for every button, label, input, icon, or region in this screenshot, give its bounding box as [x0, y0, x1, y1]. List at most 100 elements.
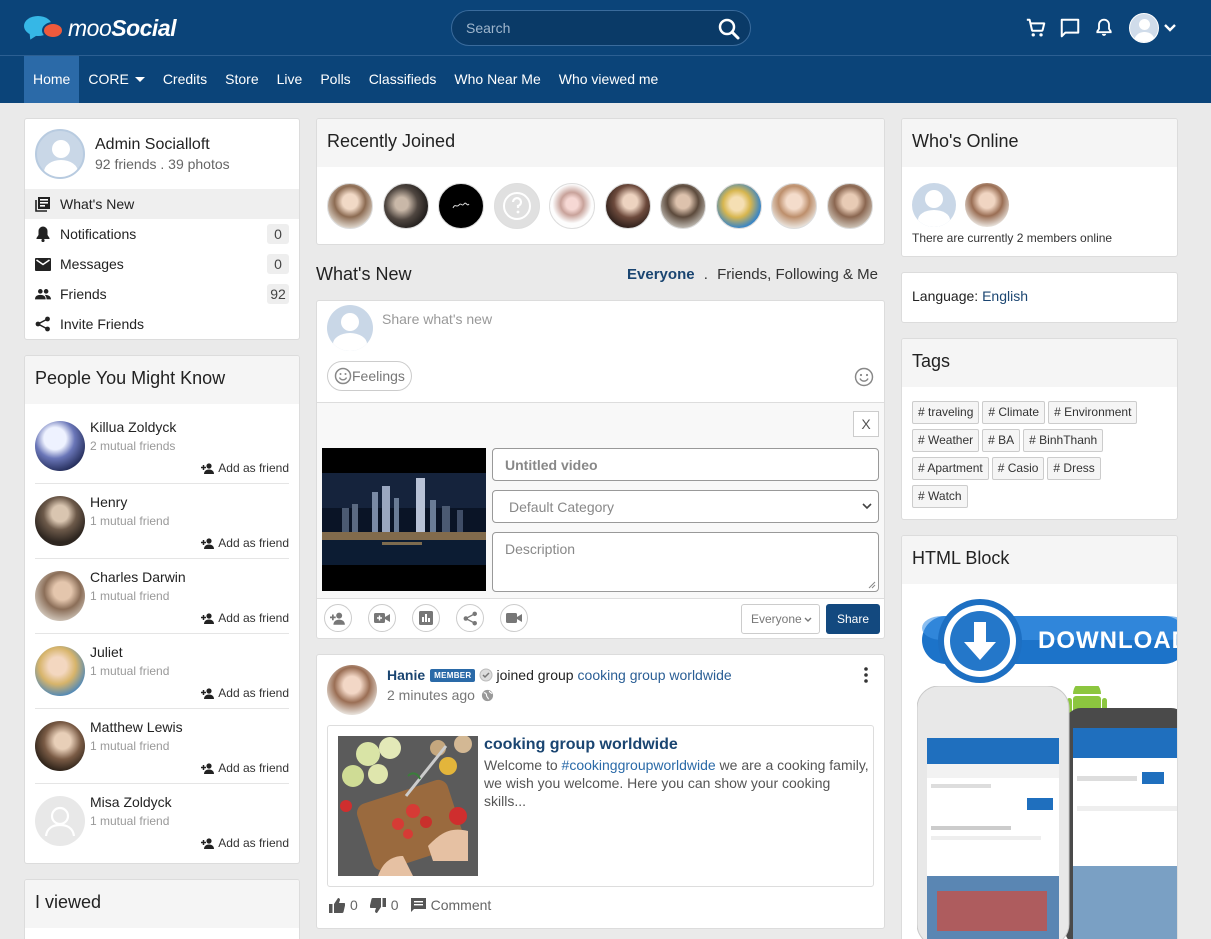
dislike-button[interactable]: 0 — [369, 897, 399, 913]
nav-who-near-me[interactable]: Who Near Me — [445, 56, 549, 103]
add-friend-button[interactable]: Add as friend — [201, 536, 289, 550]
tag-item[interactable]: # Climate — [982, 401, 1046, 424]
member-avatar[interactable] — [438, 183, 484, 229]
tag-item[interactable]: # Dress — [1047, 457, 1101, 480]
tag-item[interactable]: # traveling — [912, 401, 980, 424]
pymk-name[interactable]: Charles Darwin — [90, 569, 186, 585]
profile-name[interactable]: Admin Socialloft — [95, 136, 230, 154]
pymk-name[interactable]: Misa Zoldyck — [90, 794, 172, 810]
search-input[interactable] — [466, 11, 706, 45]
share-link-button[interactable] — [456, 604, 484, 632]
hashtag-link[interactable]: #cookinggroupworldwide — [562, 757, 716, 773]
filter-everyone[interactable]: Everyone — [627, 266, 695, 283]
embed-description: Welcome to #cookinggroupworldwide we are… — [484, 757, 869, 809]
member-avatar[interactable] — [771, 183, 817, 229]
member-avatar[interactable] — [826, 183, 873, 229]
member-avatar[interactable] — [382, 183, 429, 229]
cart-icon[interactable] — [1019, 12, 1053, 44]
embed-title[interactable]: cooking group worldwide — [484, 736, 678, 754]
filter-friends-following[interactable]: Friends, Following & Me — [717, 266, 878, 283]
nav-polls[interactable]: Polls — [311, 56, 359, 103]
live-video-button[interactable] — [500, 604, 528, 632]
tag-friend-button[interactable] — [324, 604, 352, 632]
menu-notifications[interactable]: Notifications 0 — [25, 219, 299, 249]
nav-who-viewed-me[interactable]: Who viewed me — [550, 56, 668, 103]
nav-core[interactable]: CORE — [79, 56, 153, 103]
comment-button[interactable]: Comment — [410, 897, 491, 913]
feelings-button[interactable]: Feelings — [327, 361, 412, 391]
add-friend-button[interactable]: Add as friend — [201, 836, 289, 850]
group-embed[interactable]: cooking group worldwide Welcome to #cook… — [327, 725, 874, 887]
member-avatar[interactable] — [549, 183, 595, 229]
online-members — [912, 183, 1018, 227]
post-author-avatar[interactable] — [327, 665, 377, 715]
download-banner[interactable]: DOWNLOAD — [914, 598, 1177, 684]
close-button[interactable]: X — [853, 411, 879, 437]
composer-input[interactable]: Share what's new — [382, 311, 492, 327]
profile-avatar[interactable] — [35, 129, 85, 179]
add-friend-button[interactable]: Add as friend — [201, 611, 289, 625]
post-group-link[interactable]: cooking group worldwide — [578, 667, 732, 683]
pymk-item: Henry 1 mutual friend Add as friend — [35, 484, 289, 559]
chat-icon[interactable] — [1053, 12, 1087, 44]
nav-credits[interactable]: Credits — [154, 56, 216, 103]
member-avatar[interactable] — [660, 183, 706, 229]
menu-messages[interactable]: Messages 0 — [25, 249, 299, 279]
post-author[interactable]: Hanie — [387, 667, 425, 683]
tag-item[interactable]: # Watch — [912, 485, 968, 508]
logo[interactable]: mooSocial — [24, 14, 177, 42]
menu-invite-friends[interactable]: Invite Friends — [25, 309, 299, 339]
more-options-icon[interactable] — [864, 667, 868, 686]
pymk-name[interactable]: Juliet — [90, 644, 123, 660]
add-friend-button[interactable]: Add as friend — [201, 461, 289, 475]
html-block-title: HTML Block — [902, 536, 1177, 584]
menu-friends[interactable]: Friends 92 — [25, 279, 299, 309]
bell-icon[interactable] — [1087, 12, 1121, 44]
pymk-avatar[interactable] — [35, 796, 85, 846]
nav-home[interactable]: Home — [24, 56, 80, 103]
pymk-name[interactable]: Matthew Lewis — [90, 719, 183, 735]
nav-classifieds[interactable]: Classifieds — [360, 56, 446, 103]
poll-button[interactable] — [412, 604, 440, 632]
category-select[interactable]: Default Category — [492, 490, 879, 523]
tag-item[interactable]: # Weather — [912, 429, 980, 452]
video-upload-button[interactable] — [368, 604, 396, 632]
avatar[interactable] — [1129, 13, 1159, 43]
member-avatar[interactable] — [327, 183, 373, 229]
pymk-avatar[interactable] — [35, 646, 85, 696]
pymk-avatar[interactable] — [35, 571, 85, 621]
pymk-avatar[interactable] — [35, 496, 85, 546]
member-avatar[interactable] — [604, 183, 651, 229]
member-avatar[interactable] — [493, 183, 540, 229]
pymk-avatar[interactable] — [35, 421, 85, 471]
like-button[interactable]: 0 — [329, 897, 358, 913]
tag-item[interactable]: # BA — [982, 429, 1021, 452]
online-member-avatar[interactable] — [912, 183, 956, 227]
description-textarea[interactable]: Description — [492, 532, 879, 592]
nav-live[interactable]: Live — [268, 56, 312, 103]
add-friend-button[interactable]: Add as friend — [201, 761, 289, 775]
menu-whats-new[interactable]: What's New — [25, 189, 299, 219]
emoji-icon[interactable] — [854, 367, 874, 390]
share-button[interactable]: Share — [826, 604, 880, 634]
language-link[interactable]: English — [982, 288, 1028, 304]
pymk-item: Killua Zoldyck 2 mutual friends Add as f… — [35, 409, 289, 484]
pymk-name[interactable]: Henry — [90, 494, 127, 510]
nav-store[interactable]: Store — [216, 56, 267, 103]
tag-item[interactable]: # BinhThanh — [1023, 429, 1104, 452]
tag-item[interactable]: # Casio — [991, 457, 1045, 480]
pymk-name[interactable]: Killua Zoldyck — [90, 419, 176, 435]
search-icon[interactable] — [716, 16, 742, 42]
chevron-down-icon[interactable] — [1159, 12, 1181, 44]
member-avatar[interactable] — [715, 183, 762, 229]
add-friend-button[interactable]: Add as friend — [201, 686, 289, 700]
pymk-avatar[interactable] — [35, 721, 85, 771]
privacy-select[interactable]: Everyone — [741, 604, 820, 634]
tag-item[interactable]: # Apartment — [912, 457, 989, 480]
video-title-input[interactable]: Untitled video — [492, 448, 879, 481]
tag-item[interactable]: # Environment — [1048, 401, 1138, 424]
online-count-text: There are currently 2 members online — [912, 231, 1113, 245]
language-setting: Language: English — [912, 288, 1028, 304]
online-member-avatar[interactable] — [965, 183, 1009, 227]
pymk-mutual: 1 mutual friend — [90, 589, 170, 603]
